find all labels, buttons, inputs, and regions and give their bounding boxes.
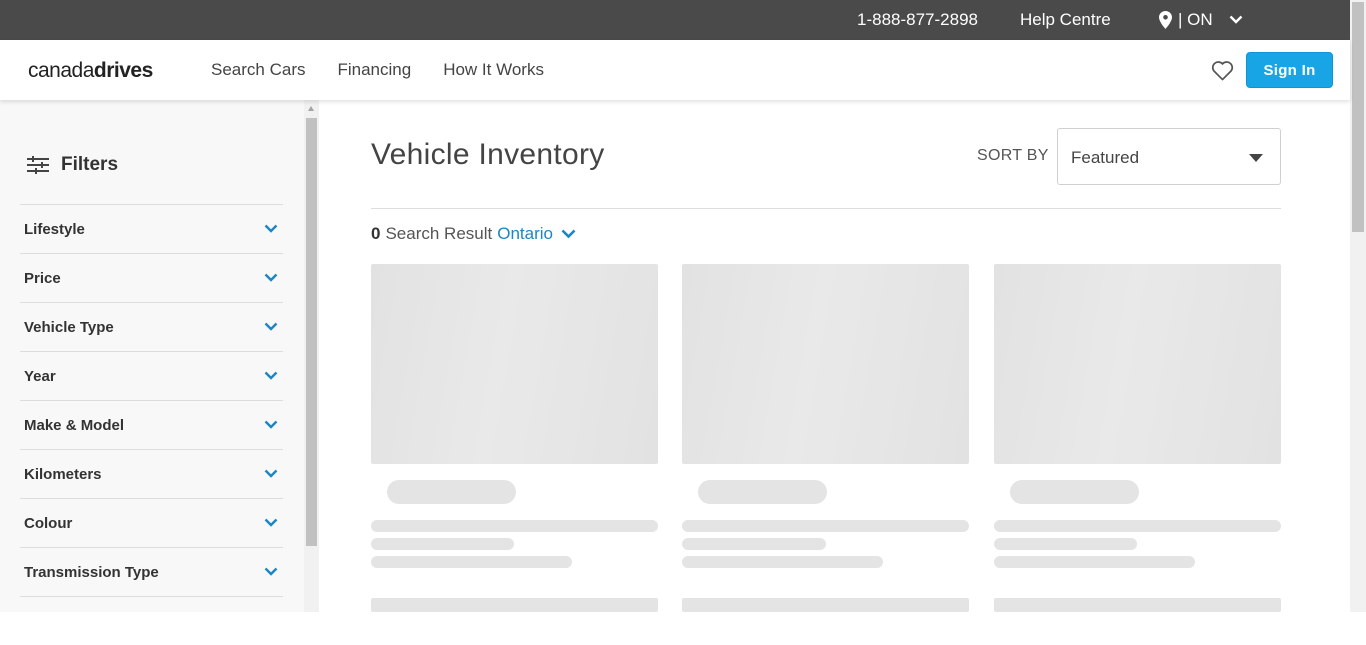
filter-price[interactable]: Price: [20, 253, 283, 302]
text-line-placeholder: [994, 538, 1137, 550]
vehicle-card-placeholder: [371, 264, 658, 568]
filter-label: Kilometers: [24, 466, 102, 483]
chevron-down-icon: [1229, 15, 1242, 24]
caret-down-icon: [1249, 154, 1263, 162]
filter-list: Lifestyle Price Vehicle Type Year Make &…: [20, 204, 283, 645]
filter-label: Lifestyle: [24, 221, 85, 238]
page-scroll-thumb[interactable]: [1352, 2, 1364, 232]
image-placeholder: [994, 264, 1281, 464]
location-pin-icon: [1159, 11, 1172, 29]
page-title: Vehicle Inventory: [371, 138, 605, 171]
vehicle-card-placeholder: [994, 264, 1281, 568]
text-line-placeholder: [371, 538, 514, 550]
filter-label: Year: [24, 368, 56, 385]
chevron-down-icon[interactable]: [561, 229, 576, 239]
chevron-down-icon: [264, 371, 278, 380]
logo-text-bold: drives: [93, 59, 153, 82]
canadadrives-logo[interactable]: canadadrives: [28, 59, 153, 83]
filter-colour[interactable]: Colour: [20, 498, 283, 547]
badge-placeholder: [1010, 480, 1139, 504]
filters-sidebar: Filters Lifestyle Price Vehicle Type Yea…: [0, 100, 304, 612]
logo-text-light: canada: [28, 59, 94, 82]
filter-vehicle-type[interactable]: Vehicle Type: [20, 302, 283, 351]
text-line-placeholder: [994, 520, 1281, 532]
vehicle-card-placeholder: [682, 264, 969, 568]
text-line-placeholder: [682, 520, 969, 532]
utility-bar: 1-888-877-2898 Help Centre | ON: [0, 0, 1366, 40]
help-centre-link[interactable]: Help Centre: [1020, 10, 1111, 30]
province-selector[interactable]: | ON: [1159, 8, 1243, 32]
text-line-placeholder: [994, 556, 1195, 568]
filter-label: Transmission Type: [24, 564, 159, 581]
nav-how-it-works[interactable]: How It Works: [443, 60, 544, 80]
nav-search-cars[interactable]: Search Cars: [211, 60, 305, 80]
search-result-summary: 0 Search Result Ontario: [371, 224, 576, 244]
nav-links: Search Cars Financing How It Works: [211, 60, 576, 80]
image-placeholder: [682, 598, 969, 612]
result-count: 0: [371, 224, 381, 243]
filter-label: Price: [24, 270, 61, 287]
chevron-down-icon: [264, 518, 278, 527]
province-label: | ON: [1178, 10, 1213, 29]
filter-label: Make & Model: [24, 417, 125, 434]
filter-label: Vehicle Type: [24, 319, 114, 336]
filters-title: Filters: [61, 154, 119, 175]
image-placeholder: [994, 598, 1281, 612]
phone-link[interactable]: 1-888-877-2898: [857, 10, 978, 30]
filter-make-model[interactable]: Make & Model: [20, 400, 283, 449]
result-text: Search Result: [385, 224, 493, 243]
text-line-placeholder: [682, 556, 883, 568]
sidebar-scroll-thumb[interactable]: [306, 118, 317, 546]
image-placeholder: [371, 598, 658, 612]
filter-lifestyle[interactable]: Lifestyle: [20, 204, 283, 253]
heart-icon[interactable]: [1211, 60, 1234, 81]
nav-financing[interactable]: Financing: [337, 60, 411, 80]
text-line-placeholder: [371, 520, 658, 532]
image-placeholder: [371, 264, 658, 464]
main-nav: canadadrives Search Cars Financing How I…: [0, 40, 1350, 100]
chevron-down-icon: [264, 567, 278, 576]
page-scrollbar[interactable]: [1350, 0, 1366, 612]
sort-label: SORT BY: [977, 147, 1049, 164]
filter-kilometers[interactable]: Kilometers: [20, 449, 283, 498]
chevron-down-icon: [264, 420, 278, 429]
filter-year[interactable]: Year: [20, 351, 283, 400]
chevron-down-icon: [264, 224, 278, 233]
region-selector[interactable]: Ontario: [497, 224, 553, 244]
chevron-down-icon: [264, 322, 278, 331]
filter-label: Colour: [24, 515, 73, 532]
scroll-up-arrow-icon[interactable]: [308, 106, 314, 111]
sort-select[interactable]: Featured: [1057, 128, 1281, 185]
sort-value: Featured: [1071, 148, 1140, 167]
filters-header: Filters: [27, 154, 118, 176]
text-line-placeholder: [682, 538, 826, 550]
chevron-down-icon: [264, 469, 278, 478]
sidebar-scrollbar[interactable]: [304, 100, 319, 612]
sliders-icon: [27, 156, 49, 174]
sign-in-button[interactable]: Sign In: [1246, 52, 1333, 88]
divider: [371, 208, 1281, 209]
filter-more[interactable]: [20, 596, 283, 645]
badge-placeholder: [698, 480, 827, 504]
filter-transmission-type[interactable]: Transmission Type: [20, 547, 283, 596]
text-line-placeholder: [371, 556, 572, 568]
image-placeholder: [682, 264, 969, 464]
badge-placeholder: [387, 480, 516, 504]
chevron-down-icon: [264, 273, 278, 282]
